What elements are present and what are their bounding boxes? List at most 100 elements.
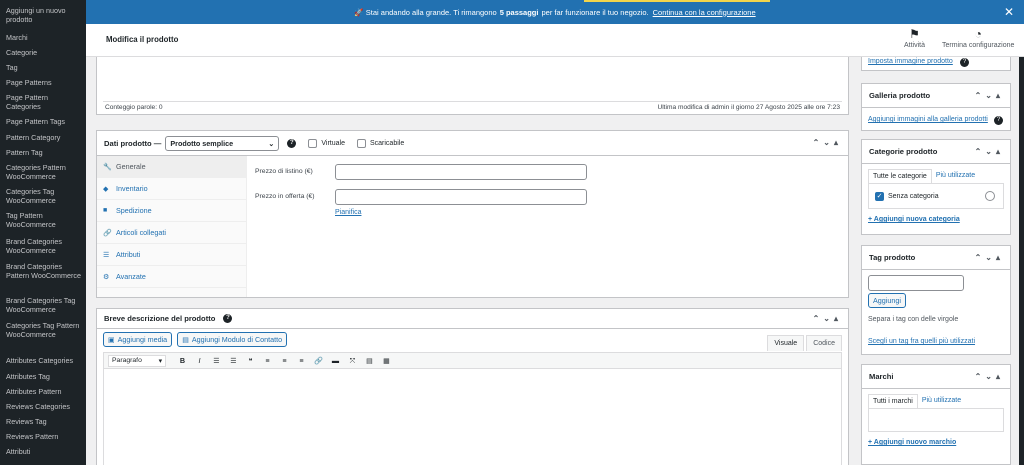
add-brand-link[interactable]: + Aggiungi nuovo marchio xyxy=(868,439,956,446)
sidebar-item[interactable]: Reviews Categories xyxy=(0,402,86,411)
italic-icon[interactable]: I xyxy=(191,356,208,365)
tab-attributes[interactable]: ☰ Attributi xyxy=(97,244,246,266)
sidebar-item[interactable]: Attributes Categories xyxy=(0,356,86,365)
box-controls[interactable]: ⌃⌄▴ xyxy=(975,91,1004,100)
add-contact-form-button[interactable]: ▤ Aggiungi Modulo di Contatto xyxy=(177,332,288,347)
finish-setup-button[interactable]: ◔ Termina configurazione xyxy=(942,27,1014,49)
notice-steps-count: 5 passaggi xyxy=(499,7,539,17)
tab-code[interactable]: Codice xyxy=(806,335,842,351)
tab-advanced[interactable]: ⚙ Avanzate xyxy=(97,266,246,288)
help-icon[interactable]: ? xyxy=(223,314,233,323)
activity-label: Attività xyxy=(904,42,926,49)
tab-all-categories[interactable]: Tutte le categorie xyxy=(868,169,932,183)
short-description-editor[interactable] xyxy=(103,369,842,465)
blockquote-icon[interactable]: ❝ xyxy=(242,356,259,365)
gallery-body: Aggiungi immagini alla galleria prodotti… xyxy=(862,108,1010,131)
sidebar-item[interactable]: Aggiungi un nuovo prodotto xyxy=(0,6,86,24)
fullscreen-icon[interactable]: ⤧ xyxy=(344,356,361,366)
align-right-icon[interactable]: ≡ xyxy=(293,356,310,365)
category-item-label: Senza categoria xyxy=(888,192,939,200)
tags-header: Tag prodotto ⌃⌄▴ xyxy=(862,246,1010,270)
sidebar-item[interactable]: Attributi xyxy=(0,447,86,456)
tab-popular-brands[interactable]: Più utilizzate xyxy=(918,394,965,408)
activity-button[interactable]: ⚑ Attività xyxy=(904,27,925,49)
format-select[interactable]: Paragrafo ▾ xyxy=(108,354,166,367)
sidebar-item[interactable]: Brand Categories Tag WooCommerce xyxy=(0,296,86,314)
media-buttons: ▣ Aggiungi media ▤ Aggiungi Modulo di Cont… xyxy=(103,332,288,347)
form-icon[interactable]: ▤ xyxy=(361,356,378,365)
choose-popular-tags-link[interactable]: Scegli un tag fra quelli più utilizzati xyxy=(868,338,975,345)
sidebar-item[interactable]: Categories Tag WooCommerce xyxy=(0,187,86,205)
sidebar-item[interactable]: Page Patterns xyxy=(0,78,86,87)
sidebar-item[interactable]: Brand Categories WooCommerce xyxy=(0,237,86,255)
tab-shipping[interactable]: ■ Spedizione xyxy=(97,200,246,222)
product-type-value: Prodotto semplice xyxy=(170,138,234,148)
downloadable-checkbox[interactable]: Scaricabile xyxy=(356,138,404,148)
sidebar-item[interactable]: Page Pattern Categories xyxy=(0,93,86,111)
sidebar-item[interactable]: Brand Categories Pattern WooCommerce xyxy=(0,262,86,280)
tag-input[interactable] xyxy=(868,275,964,291)
gallery-title: Galleria prodotto xyxy=(869,91,931,100)
set-product-image-link[interactable]: Imposta immagine prodotto xyxy=(868,58,953,65)
tab-label: Spedizione xyxy=(116,206,152,215)
link-icon[interactable]: 🔗 xyxy=(310,356,327,365)
sidebar-item[interactable]: Marchi xyxy=(0,33,86,42)
align-left-icon[interactable]: ≡ xyxy=(259,356,276,365)
box-controls[interactable]: ⌃⌄▴ xyxy=(975,147,1004,156)
help-icon[interactable]: ? xyxy=(994,116,1004,125)
sidebar-item[interactable]: Pattern Category xyxy=(0,133,86,142)
bold-icon[interactable]: B xyxy=(174,356,191,365)
bullet-list-icon[interactable]: ☰ xyxy=(208,356,225,365)
tab-popular-categories[interactable]: Più utilizzate xyxy=(932,169,979,183)
regular-price-input[interactable] xyxy=(335,164,587,180)
toolbar-toggle-icon[interactable]: ▦ xyxy=(378,356,395,365)
tab-linked-products[interactable]: 🔗 Articoli collegati xyxy=(97,222,246,244)
tab-general[interactable]: 🔧 Generale xyxy=(97,156,246,178)
align-center-icon[interactable]: ≡ xyxy=(276,356,293,365)
sidebar-item[interactable]: Attributes Pattern xyxy=(0,387,86,396)
help-icon[interactable]: ? xyxy=(960,58,969,67)
editor-toolbar: Paragrafo ▾ B I ☰ ☰ ❝ ≡ ≡ ≡ 🔗 ▬ ⤧ ▤ ▦ xyxy=(103,352,842,369)
schedule-link[interactable]: Pianifica xyxy=(335,209,361,216)
tab-all-brands[interactable]: Tutti i marchi xyxy=(868,394,918,408)
help-icon[interactable]: ? xyxy=(287,138,297,148)
sidebar-item[interactable]: Reviews Tag xyxy=(0,417,86,426)
sidebar-item[interactable]: Tag Pattern WooCommerce xyxy=(0,211,86,229)
product-type-select[interactable]: Prodotto semplice ⌄ xyxy=(165,135,280,151)
product-gallery-box: Galleria prodotto ⌃⌄▴ Aggiungi immagini … xyxy=(861,83,1011,131)
box-controls[interactable]: ⌃⌄▴ xyxy=(813,138,842,147)
tab-label: Generale xyxy=(116,162,146,171)
tab-inventory[interactable]: ◆ Inventario xyxy=(97,178,246,200)
sidebar-item[interactable]: Categorie xyxy=(0,48,86,57)
close-icon[interactable]: ✕ xyxy=(1004,6,1014,18)
box-controls[interactable]: ⌃⌄▴ xyxy=(813,314,842,323)
sidebar-item[interactable]: Attributes Tag xyxy=(0,372,86,381)
sidebar-item[interactable]: Tag xyxy=(0,63,86,72)
box-controls[interactable]: ⌃⌄▴ xyxy=(975,372,1004,381)
continue-setup-link[interactable]: Continua con la configurazione xyxy=(653,8,756,17)
setup-notice-bar: 🚀 Stai andando alla grande. Ti rimangono… xyxy=(86,0,1024,24)
checkbox-box[interactable] xyxy=(308,138,318,148)
regular-price-label: Prezzo di listino (€) xyxy=(255,168,313,175)
brands-list xyxy=(868,408,1004,432)
sidebar-item[interactable]: Categories Pattern WooCommerce xyxy=(0,163,86,181)
virtual-checkbox[interactable]: Virtuale xyxy=(308,138,345,148)
add-gallery-images-link[interactable]: Aggiungi immagini alla galleria prodotti xyxy=(868,116,988,123)
sidebar-item[interactable]: Page Pattern Tags xyxy=(0,117,86,126)
progress-circle-icon: ◔ xyxy=(974,27,982,41)
sidebar-item[interactable]: Pattern Tag xyxy=(0,148,86,157)
checkbox-checked-icon[interactable]: ✓ xyxy=(875,191,884,201)
box-controls[interactable]: ⌃⌄▴ xyxy=(975,253,1004,262)
add-category-link[interactable]: + Aggiungi nuova categoria xyxy=(868,216,960,223)
gear-icon: ⚙ xyxy=(103,273,110,281)
primary-category-radio[interactable] xyxy=(985,191,995,201)
checkbox-box[interactable] xyxy=(356,138,366,148)
sidebar-item[interactable]: Categories Tag Pattern WooCommerce xyxy=(0,321,86,339)
more-tag-icon[interactable]: ▬ xyxy=(327,356,344,365)
tab-visual[interactable]: Visuale xyxy=(767,335,805,351)
add-tag-button[interactable]: Aggiungi xyxy=(868,293,906,308)
sidebar-item[interactable]: Reviews Pattern xyxy=(0,432,86,441)
sale-price-input[interactable] xyxy=(335,189,587,205)
add-media-button[interactable]: ▣ Aggiungi media xyxy=(103,332,173,347)
numbered-list-icon[interactable]: ☰ xyxy=(225,356,242,365)
